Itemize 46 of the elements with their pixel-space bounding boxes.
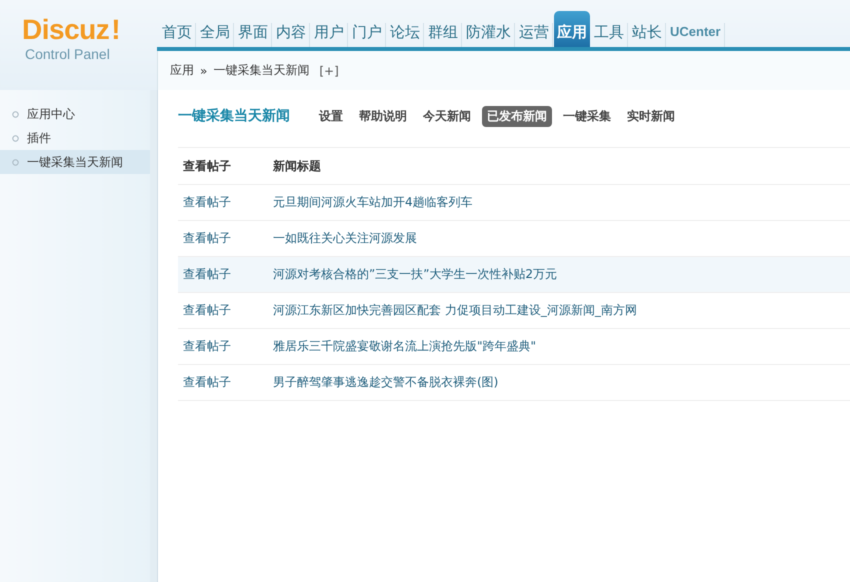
breadcrumb-link[interactable]: 一键采集当天新闻 — [213, 62, 310, 79]
sidebar-item[interactable]: 一键采集当天新闻 — [0, 150, 150, 174]
nav-tab[interactable]: 内容 — [273, 23, 310, 47]
nav-tab[interactable]: 群组 — [425, 23, 462, 47]
news-title-cell: 男子醉驾肇事逃逸趁交警不备脱衣裸奔(图) — [268, 364, 850, 400]
view-post-link[interactable]: 查看帖子 — [183, 375, 231, 389]
column-header: 新闻标题 — [268, 149, 850, 184]
news-title-cell: 河源对考核合格的”三支一扶”大学生一次性补贴2万元 — [268, 256, 850, 292]
nav-tab[interactable]: 应用 — [554, 11, 590, 47]
nav-tab[interactable]: 防灌水 — [463, 23, 515, 47]
view-post-link[interactable]: 查看帖子 — [183, 303, 231, 317]
nav-tab[interactable]: 门户 — [349, 23, 386, 47]
add-shortcut-link[interactable]: [+] — [319, 64, 339, 78]
news-title-cell: 河源江东新区加快完善园区配套 力促项目动工建设_河源新闻_南方网 — [268, 292, 850, 328]
view-post-link[interactable]: 查看帖子 — [183, 267, 231, 281]
plugin-tab[interactable]: 已发布新闻 — [482, 106, 552, 126]
breadcrumb-link[interactable]: 应用 — [170, 62, 194, 79]
nav-tab[interactable]: 运营 — [516, 23, 553, 47]
bullet-icon — [12, 134, 19, 142]
view-post-link[interactable]: 查看帖子 — [183, 231, 231, 245]
nav-tab[interactable]: 全局 — [197, 23, 234, 47]
logo-mark: ! — [111, 14, 120, 46]
plugin-tab[interactable]: 一键采集 — [558, 106, 616, 126]
bullet-icon — [12, 110, 19, 118]
sidebar-item[interactable]: 应用中心 — [0, 102, 150, 126]
plugin-tab[interactable]: 今天新闻 — [418, 106, 476, 126]
nav-tab[interactable]: 工具 — [591, 23, 628, 47]
nav-tab[interactable]: 界面 — [235, 23, 272, 47]
nav-tab[interactable]: 用户 — [311, 23, 348, 47]
nav-tab[interactable]: 站长 — [629, 23, 666, 47]
plugin-tab[interactable]: 实时新闻 — [622, 106, 680, 126]
bullet-icon — [12, 158, 19, 166]
page-title: 一键采集当天新闻 — [178, 107, 290, 125]
column-header: 查看帖子 — [178, 149, 268, 184]
plugin-tab[interactable]: 设置 — [314, 106, 348, 126]
nav-tab[interactable]: 论坛 — [387, 23, 424, 47]
view-post-link[interactable]: 查看帖子 — [183, 339, 231, 353]
view-post-link[interactable]: 查看帖子 — [183, 195, 231, 209]
news-title-cell: 雅居乐三千院盛宴敬谢名流上演抢先版"跨年盛典" — [268, 328, 850, 364]
breadcrumb-separator: » — [200, 64, 208, 78]
nav-tab[interactable]: 首页 — [159, 23, 196, 47]
logo-subtitle: Control Panel — [25, 46, 111, 62]
sidebar-item[interactable]: 插件 — [0, 126, 150, 150]
news-title-cell: 元旦期间河源火车站加开4趟临客列车 — [268, 184, 850, 220]
logo-text: Discuz — [22, 14, 110, 46]
plugin-tab[interactable]: 帮助说明 — [354, 106, 412, 126]
